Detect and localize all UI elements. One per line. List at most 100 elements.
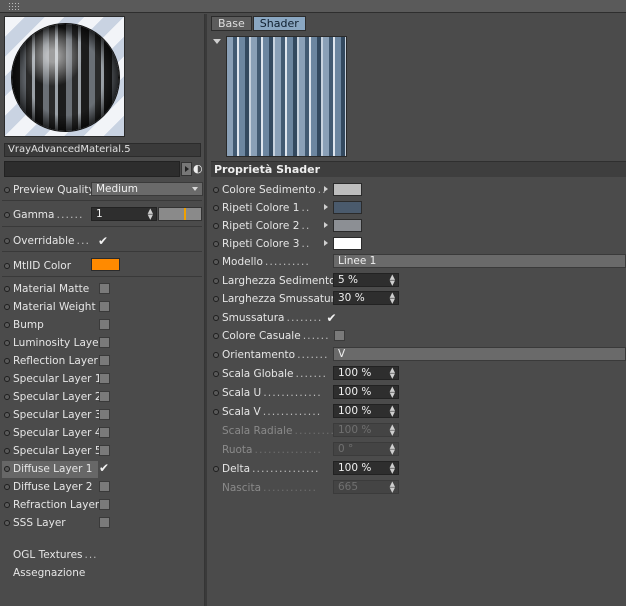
gamma-input[interactable]: 1 ▲ ▼	[91, 207, 157, 221]
layer-checkbox[interactable]	[99, 427, 110, 438]
param-dot-icon[interactable]	[4, 393, 10, 400]
tab-shader[interactable]: Shader	[252, 16, 306, 31]
layer-checkbox[interactable]: ✔	[99, 462, 109, 474]
param-dot-icon[interactable]	[213, 295, 219, 302]
param-dot-icon[interactable]	[4, 285, 10, 292]
overridable-checkbox[interactable]: ✔	[98, 235, 108, 247]
expand-arrow-icon[interactable]	[324, 186, 328, 192]
param-dot-icon[interactable]	[4, 262, 10, 269]
material-name-field[interactable]: VrayAdvancedMaterial.5	[4, 143, 201, 157]
spinner-icon[interactable]: ▲ ▼	[390, 405, 395, 418]
play-arrow-icon[interactable]	[181, 162, 192, 176]
spinner-icon[interactable]: ▲ ▼	[390, 367, 395, 380]
layer-checkbox[interactable]	[99, 499, 110, 510]
layer-checkbox[interactable]	[99, 373, 110, 384]
param-dot-icon[interactable]	[4, 501, 10, 508]
preview-quality-dropdown[interactable]: Medium	[91, 182, 203, 196]
param-dot-icon[interactable]	[213, 465, 219, 472]
layer-label: Specular Layer 1	[13, 372, 102, 385]
param-dot-icon[interactable]	[4, 375, 10, 382]
scala-u-input[interactable]: 100 % ▲ ▼	[333, 385, 399, 399]
scala-radiale-row: Scala Radiale.........	[213, 422, 335, 439]
spinner-icon[interactable]: ▲ ▼	[390, 292, 395, 305]
expand-arrow-icon[interactable]	[324, 240, 328, 246]
param-dot-icon[interactable]	[213, 186, 219, 193]
param-dot-icon[interactable]	[4, 303, 10, 310]
param-dot-icon[interactable]	[4, 357, 10, 364]
delta-input[interactable]: 100 % ▲ ▼	[333, 461, 399, 475]
mtlid-color-swatch[interactable]	[91, 258, 120, 271]
preview-options-icon[interactable]: ◐	[193, 162, 203, 176]
layer-row: Material Weight	[4, 298, 96, 315]
leader-dots: .........	[294, 424, 335, 437]
color-swatch[interactable]	[333, 219, 362, 232]
param-dot-icon[interactable]	[4, 339, 10, 346]
leader-dots: ..........	[264, 255, 310, 268]
color-swatch[interactable]	[333, 237, 362, 250]
grip-icon[interactable]	[8, 2, 20, 10]
gamma-slider[interactable]	[158, 207, 202, 221]
layer-checkbox[interactable]	[99, 355, 110, 366]
color-swatch[interactable]	[333, 201, 362, 214]
param-dot-icon[interactable]	[4, 237, 10, 244]
layer-row: Specular Layer 4	[4, 424, 102, 441]
expand-arrow-icon[interactable]	[324, 204, 328, 210]
param-dot-icon[interactable]	[213, 351, 219, 358]
param-dot-icon[interactable]	[4, 483, 10, 490]
layer-checkbox[interactable]	[99, 337, 110, 348]
layer-checkbox[interactable]	[99, 283, 110, 294]
layer-checkbox[interactable]	[99, 391, 110, 402]
layer-checkbox[interactable]	[99, 409, 110, 420]
leader-dots: ...	[76, 234, 90, 247]
larghezza-sedimento-input[interactable]: 5 % ▲ ▼	[333, 273, 399, 287]
search-input[interactable]	[4, 161, 180, 177]
orientamento-dropdown[interactable]: V	[333, 347, 626, 361]
scala-globale-input[interactable]: 100 % ▲ ▼	[333, 366, 399, 380]
collapse-triangle-icon[interactable]	[213, 39, 221, 44]
spinner-icon[interactable]: ▲ ▼	[390, 386, 395, 399]
param-dot-icon[interactable]	[213, 222, 219, 229]
param-dot-icon[interactable]	[4, 519, 10, 526]
slider-handle[interactable]	[184, 208, 186, 220]
spinner-icon[interactable]: ▲ ▼	[390, 462, 395, 475]
param-dot-icon[interactable]	[213, 370, 219, 377]
param-dot-icon[interactable]	[213, 277, 219, 284]
smussatura-checkbox[interactable]: ✔	[326, 312, 336, 324]
expand-arrow-icon[interactable]	[324, 222, 328, 228]
assegnazione-row[interactable]: Assegnazione	[13, 564, 85, 581]
larghezza-sedimento-label: Larghezza Sedimento	[222, 274, 336, 287]
nascita-input: 665 ▲ ▼	[333, 480, 399, 494]
scala-v-input[interactable]: 100 % ▲ ▼	[333, 404, 399, 418]
material-preview[interactable]	[4, 16, 125, 137]
param-dot-icon[interactable]	[4, 211, 10, 218]
color-swatch[interactable]	[333, 183, 362, 196]
layer-checkbox[interactable]	[99, 319, 110, 330]
spinner-icon[interactable]: ▲ ▼	[148, 208, 153, 221]
layer-checkbox[interactable]	[99, 481, 110, 492]
param-dot-icon[interactable]	[213, 408, 219, 415]
param-dot-icon[interactable]	[4, 429, 10, 436]
param-dot-icon[interactable]	[4, 447, 10, 454]
spinner-icon[interactable]: ▲ ▼	[390, 274, 395, 287]
tab-base[interactable]: Base	[211, 16, 252, 31]
param-dot-icon[interactable]	[4, 186, 10, 193]
orientamento-label: Orientamento	[222, 348, 296, 361]
param-dot-icon[interactable]	[4, 465, 10, 472]
layer-checkbox[interactable]	[99, 301, 110, 312]
param-dot-icon[interactable]	[213, 332, 219, 339]
overridable-row: Overridable ... ✔	[4, 232, 108, 249]
colore-casuale-checkbox[interactable]	[333, 330, 345, 341]
modello-row: Modello ..........	[213, 253, 310, 270]
ogl-textures-row[interactable]: OGL Textures...	[13, 546, 98, 563]
param-dot-icon[interactable]	[213, 258, 219, 265]
param-dot-icon[interactable]	[213, 240, 219, 247]
param-dot-icon[interactable]	[213, 314, 219, 321]
param-dot-icon[interactable]	[4, 411, 10, 418]
param-dot-icon[interactable]	[4, 321, 10, 328]
layer-checkbox[interactable]	[99, 517, 110, 528]
layer-checkbox[interactable]	[99, 445, 110, 456]
modello-dropdown[interactable]: Linee 1	[333, 254, 626, 268]
param-dot-icon[interactable]	[213, 389, 219, 396]
param-dot-icon[interactable]	[213, 204, 219, 211]
larghezza-smussatura-input[interactable]: 30 % ▲ ▼	[333, 291, 399, 305]
